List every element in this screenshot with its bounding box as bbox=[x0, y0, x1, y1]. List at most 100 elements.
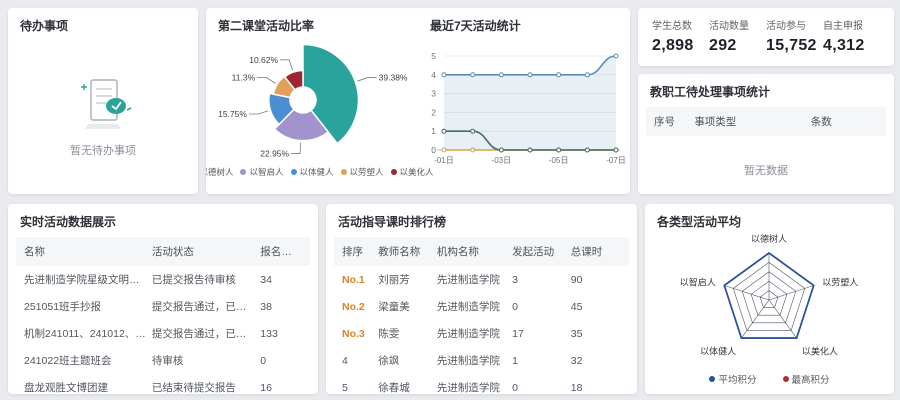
column-header: 条数 bbox=[811, 114, 878, 129]
ranking-table-body: No.1刘丽芳先进制造学院390No.2梁童美先进制造学院045No.3陈雯先进… bbox=[326, 266, 637, 394]
total-hours-cell: 32 bbox=[571, 355, 621, 367]
activity-ratio-section: 第二课堂活动比率 39.38%22.95%15.75%11.3%10.62% 以… bbox=[206, 8, 418, 194]
org-name-cell: 先进制造学院 bbox=[437, 353, 512, 368]
y-axis-tick-label: 3 bbox=[431, 89, 436, 99]
activity-status-cell: 提交报告通过，已发放学分 bbox=[152, 299, 260, 314]
x-axis-tick-label: -07日 bbox=[606, 156, 626, 165]
radar-axis-label: 以体健人 bbox=[700, 345, 736, 356]
data-point-marker bbox=[528, 73, 532, 77]
legend-label: 以智启人 bbox=[249, 166, 283, 178]
column-header: 总课时 bbox=[571, 244, 621, 259]
radar-axis-line bbox=[741, 300, 769, 338]
activity-name-cell: 241022班主题班会 bbox=[24, 353, 152, 368]
radar-axis-line bbox=[724, 285, 769, 300]
pie-legend-item[interactable]: 以劳塑人 bbox=[341, 166, 384, 178]
legend-dot-icon bbox=[783, 376, 789, 382]
ranking-panel: 活动指导课时排行榜 排序 教师名称 机构名称 发起活动 总课时 No.1刘丽芳先… bbox=[326, 204, 637, 394]
radar-legend-item[interactable]: 平均积分 bbox=[709, 372, 756, 386]
staff-pending-panel: 教职工待处理事项统计 序号 事项类型 条数 暂无数据 bbox=[638, 74, 894, 194]
activity-status-cell: 已结束待提交报告 bbox=[152, 380, 260, 394]
org-name-cell: 先进制造学院 bbox=[437, 326, 512, 341]
radar-axis-line bbox=[769, 285, 814, 300]
rank-cell: 4 bbox=[342, 355, 378, 367]
signup-count-cell: 16 bbox=[260, 382, 302, 394]
activity-name-cell: 251051班手抄报 bbox=[24, 299, 152, 314]
pie-label-leader bbox=[249, 111, 269, 114]
todo-empty-state: 暂无待办事项 bbox=[8, 72, 198, 158]
data-point-marker bbox=[499, 73, 503, 77]
table-row: No.1刘丽芳先进制造学院390 bbox=[334, 266, 629, 293]
stat-label: 学生总数 bbox=[652, 17, 709, 32]
activity-name-cell: 盘龙观胜文博团建 bbox=[24, 380, 152, 394]
realtime-activity-panel: 实时活动数据展示 名称 活动状态 报名人数 先进制造学院星级文明宿舍奖...已提… bbox=[8, 204, 318, 394]
stat-label: 活动数量 bbox=[709, 17, 766, 32]
x-axis-tick-label: -05日 bbox=[549, 156, 569, 165]
data-point-marker bbox=[471, 73, 475, 77]
stat-value: 292 bbox=[709, 37, 766, 55]
teacher-name-cell: 梁童美 bbox=[378, 299, 437, 314]
radar-axis-label: 以美化人 bbox=[802, 345, 838, 356]
y-axis-tick-label: 0 bbox=[431, 145, 436, 155]
stat-label: 活动参与 bbox=[766, 17, 823, 32]
legend-label: 以德树人 bbox=[206, 166, 233, 178]
line-series[interactable] bbox=[444, 56, 616, 75]
launched-activities-cell: 0 bbox=[512, 301, 571, 313]
pie-label-leader bbox=[257, 77, 275, 83]
column-header: 发起活动 bbox=[512, 244, 571, 259]
activity-status-cell: 已提交报告待审核 bbox=[152, 272, 260, 287]
pie-label-leader bbox=[291, 143, 301, 154]
pie-value-label: 15.75% bbox=[218, 109, 247, 119]
column-header: 排序 bbox=[342, 244, 378, 259]
radar-axis-label: 以智启人 bbox=[680, 277, 716, 288]
table-row: No.2梁童美先进制造学院045 bbox=[334, 293, 629, 320]
ranking-table-header: 排序 教师名称 机构名称 发起活动 总课时 bbox=[334, 237, 629, 266]
stat-label: 自主申报 bbox=[823, 17, 880, 32]
stat-activity-participation: 活动参与 15,752 bbox=[766, 17, 823, 55]
radar-panel: 各类型活动平均 以德树人以劳塑人以美化人以体健人以智启人 平均积分最高积分 bbox=[645, 204, 894, 394]
column-header: 事项类型 bbox=[694, 114, 810, 129]
table-row: No.3陈雯先进制造学院1735 bbox=[334, 320, 629, 347]
rank-cell: No.2 bbox=[342, 301, 378, 313]
stat-value: 15,752 bbox=[766, 37, 823, 55]
radar-legend-item[interactable]: 最高积分 bbox=[783, 372, 830, 386]
total-hours-cell: 45 bbox=[571, 301, 621, 313]
org-name-cell: 先进制造学院 bbox=[437, 272, 512, 287]
pie-value-label: 22.95% bbox=[260, 149, 289, 159]
activity-status-cell: 提交报告通过，已发放学分 bbox=[152, 326, 260, 341]
x-axis-tick-label: -03日 bbox=[492, 156, 512, 165]
launched-activities-cell: 3 bbox=[512, 274, 571, 286]
radar-axis-label: 以劳塑人 bbox=[822, 277, 858, 288]
column-header: 活动状态 bbox=[152, 244, 260, 259]
signup-count-cell: 0 bbox=[260, 355, 302, 367]
pie-legend-item[interactable]: 以德树人 bbox=[206, 166, 233, 178]
weekly-activity-line-chart[interactable]: 012345-01日-03日-05日-07日 bbox=[418, 38, 628, 186]
legend-dot-icon bbox=[291, 169, 297, 175]
realtime-table-header: 名称 活动状态 报名人数 bbox=[16, 237, 310, 266]
activity-type-radar-chart[interactable]: 以德树人以劳塑人以美化人以体健人以智启人 bbox=[645, 234, 894, 372]
launched-activities-cell: 17 bbox=[512, 328, 571, 340]
x-axis-tick-label: -01日 bbox=[434, 156, 454, 165]
total-hours-cell: 18 bbox=[571, 382, 621, 394]
y-axis-tick-label: 1 bbox=[431, 126, 436, 136]
pie-value-label: 10.62% bbox=[249, 55, 278, 65]
pie-legend-item[interactable]: 以智启人 bbox=[240, 166, 283, 178]
weekly-activity-section: 最近7天活动统计 012345-01日-03日-05日-07日 bbox=[418, 8, 630, 194]
todo-panel: 待办事项 暂无待办事项 bbox=[8, 8, 198, 194]
pie-label-leader bbox=[357, 78, 376, 82]
activity-ratio-pie-chart[interactable]: 39.38%22.95%15.75%11.3%10.62% bbox=[206, 38, 418, 164]
launched-activities-cell: 1 bbox=[512, 355, 571, 367]
table-row: 241022班主题班会待审核0 bbox=[16, 347, 310, 374]
pie-chart-title: 第二课堂活动比率 bbox=[206, 8, 418, 38]
pie-value-label: 11.3% bbox=[232, 72, 256, 82]
table-row: 251051班手抄报提交报告通过，已发放学分38 bbox=[16, 293, 310, 320]
pie-legend-item[interactable]: 以体健人 bbox=[291, 166, 334, 178]
column-header: 教师名称 bbox=[378, 244, 437, 259]
stat-value: 4,312 bbox=[823, 37, 880, 55]
org-name-cell: 先进制造学院 bbox=[437, 380, 512, 394]
y-axis-tick-label: 2 bbox=[431, 107, 436, 117]
table-row: 5徐春城先进制造学院018 bbox=[334, 374, 629, 394]
legend-label: 以劳塑人 bbox=[350, 166, 384, 178]
table-row: 机制241011、241012、2410...提交报告通过，已发放学分133 bbox=[16, 320, 310, 347]
teacher-name-cell: 徐飒 bbox=[378, 353, 437, 368]
stat-total-activities: 活动数量 292 bbox=[709, 17, 766, 55]
